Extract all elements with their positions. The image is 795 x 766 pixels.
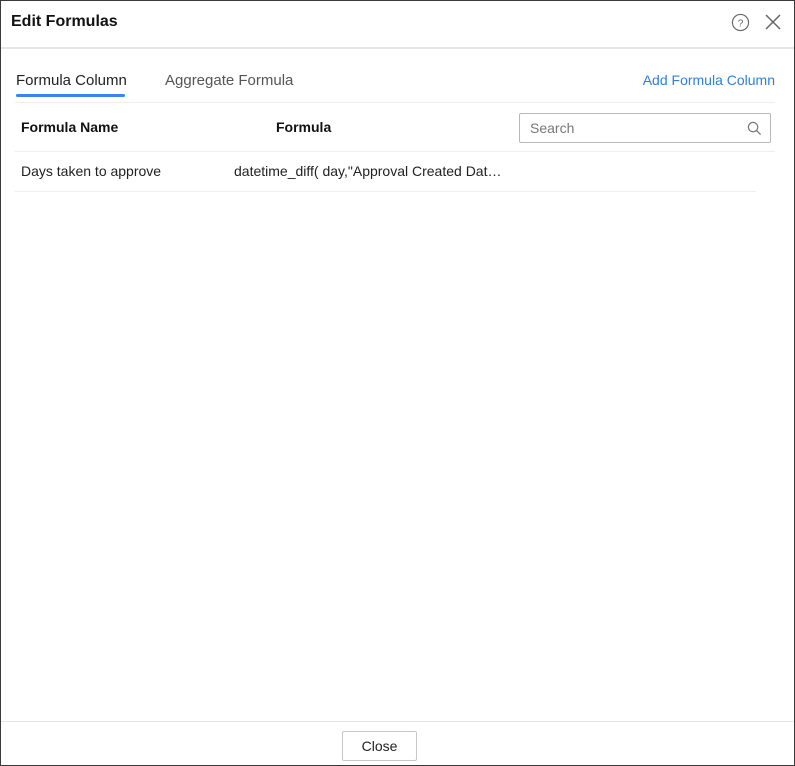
search-input[interactable] — [520, 114, 740, 142]
column-header-formula-name: Formula Name — [21, 119, 119, 135]
add-formula-column-link[interactable]: Add Formula Column — [643, 72, 775, 88]
close-button[interactable]: Close — [342, 731, 417, 761]
table-row[interactable]: Days taken to approve datetime_diff( day… — [15, 152, 756, 192]
tabs-divider — [15, 102, 775, 103]
dialog-title: Edit Formulas — [11, 13, 118, 30]
active-tab-indicator — [16, 94, 125, 97]
search-icon[interactable] — [747, 121, 762, 136]
formula-cell: datetime_diff( day,"Approval Created Dat… — [234, 163, 509, 179]
tab-formula-column[interactable]: Formula Column — [16, 72, 127, 89]
svg-text:?: ? — [738, 18, 744, 29]
dialog-header: Edit Formulas ? — [1, 1, 794, 49]
dialog-footer: Close — [1, 721, 794, 765]
tab-aggregate-formula[interactable]: Aggregate Formula — [165, 72, 293, 89]
edit-formulas-dialog: Edit Formulas ? Formula Column Aggregate… — [0, 0, 795, 766]
close-icon[interactable] — [763, 12, 783, 32]
column-header-formula: Formula — [276, 119, 332, 135]
help-circle-icon[interactable]: ? — [731, 13, 750, 32]
search-box — [519, 113, 771, 143]
formula-name-cell: Days taken to approve — [21, 163, 162, 179]
